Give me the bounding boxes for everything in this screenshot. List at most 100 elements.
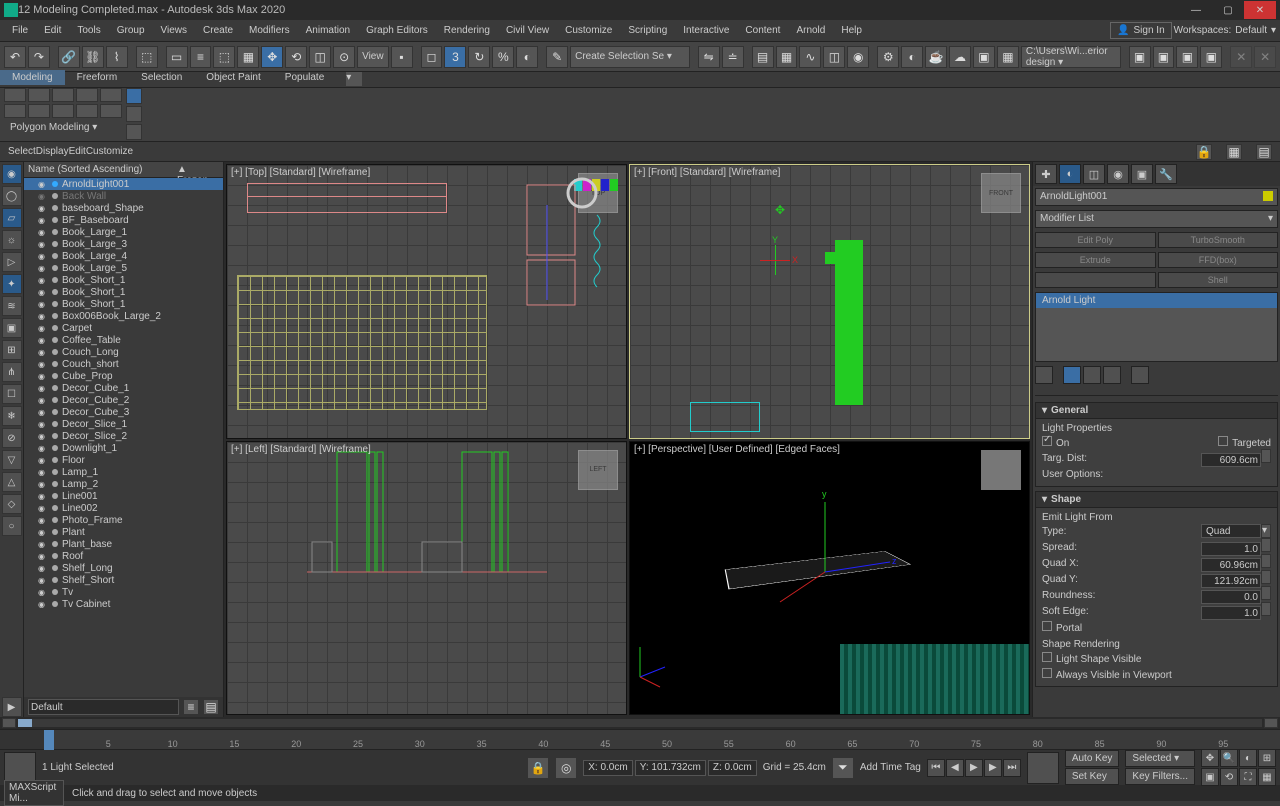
- visibility-toggle[interactable]: ◉: [38, 228, 48, 237]
- coord-x[interactable]: X: 0.0cm: [583, 760, 632, 776]
- scene-item[interactable]: ◉Roof: [24, 550, 223, 562]
- scene-item[interactable]: ◉Book_Short_1: [24, 298, 223, 310]
- sel-lock-button[interactable]: ◻: [421, 46, 443, 68]
- render-iterative[interactable]: ▦: [997, 46, 1019, 68]
- select-button[interactable]: ▭: [166, 46, 188, 68]
- window-crossing[interactable]: ▦: [237, 46, 259, 68]
- nav-pan[interactable]: ✥: [1201, 749, 1219, 767]
- menu-interactive[interactable]: Interactive: [675, 22, 737, 39]
- nav-fov[interactable]: ◐: [1239, 749, 1257, 767]
- lock-sel-icon[interactable]: 🔒: [527, 757, 549, 779]
- goto-end[interactable]: ⏭: [1003, 759, 1021, 777]
- selset-dropdown[interactable]: Create Selection Se ▾: [570, 46, 690, 68]
- visibility-toggle[interactable]: ◉: [38, 408, 48, 417]
- toggle-ribbon[interactable]: ▦: [776, 46, 798, 68]
- render-region[interactable]: ▣: [1176, 46, 1198, 68]
- redo-button[interactable]: ↷: [28, 46, 50, 68]
- ribbon-tab-populate[interactable]: Populate: [273, 70, 336, 85]
- se-filter-c[interactable]: ◇: [2, 494, 22, 514]
- modbtn-turbo[interactable]: TurboSmooth: [1158, 232, 1279, 248]
- scene-item[interactable]: ◉Decor_Cube_1: [24, 382, 223, 394]
- link-button[interactable]: 🔗: [58, 46, 80, 68]
- scene-item[interactable]: ◉Line001: [24, 490, 223, 502]
- nav-maximize[interactable]: ⛶: [1239, 768, 1257, 786]
- poly-btn-8[interactable]: [52, 104, 74, 118]
- targ-dist-spinner[interactable]: [1261, 449, 1271, 463]
- se-lock-icon[interactable]: 🔒: [1196, 144, 1212, 160]
- se-filter-camera[interactable]: ▷: [2, 252, 22, 272]
- scene-item[interactable]: ◉Plant_base: [24, 538, 223, 550]
- subobj-edge[interactable]: [126, 106, 142, 122]
- nav-zoomext[interactable]: ▣: [1201, 768, 1219, 786]
- visibility-toggle[interactable]: ◉: [38, 252, 48, 261]
- nav-orbit[interactable]: ⟲: [1220, 768, 1238, 786]
- menu-civil-view[interactable]: Civil View: [498, 22, 557, 39]
- undo-button[interactable]: ↶: [4, 46, 26, 68]
- menu-views[interactable]: Views: [153, 22, 196, 39]
- pivot-button[interactable]: ▪: [391, 46, 413, 68]
- ribbon-tab-modeling[interactable]: Modeling: [0, 70, 65, 85]
- render-prod[interactable]: ▣: [1129, 46, 1151, 68]
- type-dropdown[interactable]: [1201, 524, 1261, 538]
- se-filter-a[interactable]: ▽: [2, 450, 22, 470]
- scene-footer-btn1[interactable]: ≡: [183, 699, 199, 715]
- visibility-toggle[interactable]: ◉: [38, 264, 48, 273]
- se-menu-customize[interactable]: Customize: [86, 146, 133, 157]
- maxscript-mini[interactable]: MAXScript Mi...: [4, 780, 64, 806]
- visibility-toggle[interactable]: ◉: [38, 288, 48, 297]
- visibility-toggle[interactable]: ◉: [38, 384, 48, 393]
- scene-item[interactable]: ◉Shelf_Short: [24, 574, 223, 586]
- minimize-button[interactable]: —: [1180, 1, 1212, 19]
- poly-btn-5[interactable]: [100, 88, 122, 102]
- nav-extra[interactable]: ▦: [1258, 768, 1276, 786]
- visibility-toggle[interactable]: ◉: [38, 444, 48, 453]
- close-button[interactable]: ✕: [1244, 1, 1276, 19]
- se-display-all[interactable]: ◉: [2, 164, 22, 184]
- se-menu-edit[interactable]: Edit: [69, 146, 86, 157]
- visibility-toggle[interactable]: ◉: [38, 372, 48, 381]
- poly-btn-9[interactable]: [76, 104, 98, 118]
- visibility-toggle[interactable]: ◉: [38, 216, 48, 225]
- stack-show-end[interactable]: [1063, 366, 1081, 384]
- curve-editor[interactable]: ∿: [799, 46, 821, 68]
- goto-start[interactable]: ⏮: [927, 759, 945, 777]
- setkey-button[interactable]: Set Key: [1065, 768, 1120, 785]
- visibility-toggle[interactable]: ◉: [38, 204, 48, 213]
- visibility-toggle[interactable]: ◉: [38, 312, 48, 321]
- visibility-toggle[interactable]: ◉: [38, 528, 48, 537]
- scale-button[interactable]: ◫: [309, 46, 331, 68]
- cmd-tab-display[interactable]: ▣: [1131, 164, 1153, 184]
- scene-item[interactable]: ◉Plant: [24, 526, 223, 538]
- maximize-button[interactable]: ▢: [1212, 1, 1244, 19]
- scene-item[interactable]: ◉Book_Large_4: [24, 250, 223, 262]
- ribbon-tab-freeform[interactable]: Freeform: [65, 70, 130, 85]
- viewport-top[interactable]: [+] [Top] [Standard] [Wireframe] TOP: [226, 164, 627, 439]
- key-selected-drop[interactable]: Selected ▾: [1125, 750, 1195, 767]
- modbtn-blank[interactable]: [1035, 272, 1156, 288]
- menu-graph-editors[interactable]: Graph Editors: [358, 22, 436, 39]
- material-editor[interactable]: ◉: [847, 46, 869, 68]
- scene-item[interactable]: ◉Book_Large_3: [24, 238, 223, 250]
- se-menu-display[interactable]: Display: [36, 146, 69, 157]
- menu-scripting[interactable]: Scripting: [620, 22, 675, 39]
- scene-item[interactable]: ◉Line002: [24, 502, 223, 514]
- scene-item[interactable]: ◉Tv Cabinet: [24, 598, 223, 610]
- visibility-toggle[interactable]: ◉: [38, 588, 48, 597]
- poly-btn-10[interactable]: [100, 104, 122, 118]
- bind-button[interactable]: ⌇: [106, 46, 128, 68]
- visibility-toggle[interactable]: ◉: [38, 492, 48, 501]
- se-filter-frozen[interactable]: ❄: [2, 406, 22, 426]
- transform-gizmo[interactable]: Y X: [760, 245, 790, 275]
- visibility-toggle[interactable]: ◉: [38, 192, 48, 201]
- viewcube-front[interactable]: FRONT: [981, 173, 1021, 213]
- scene-item[interactable]: ◉Book_Large_5: [24, 262, 223, 274]
- cmd-tab-create[interactable]: ✚: [1035, 164, 1057, 184]
- menu-group[interactable]: Group: [109, 22, 153, 39]
- render-a360[interactable]: ☁: [949, 46, 971, 68]
- scene-item[interactable]: ◉Lamp_1: [24, 466, 223, 478]
- cmd-tab-hierarchy[interactable]: ◫: [1083, 164, 1105, 184]
- placement-button[interactable]: ⊙: [333, 46, 355, 68]
- visibility-toggle[interactable]: ◉: [38, 324, 48, 333]
- visibility-toggle[interactable]: ◉: [38, 360, 48, 369]
- visibility-toggle[interactable]: ◉: [38, 480, 48, 489]
